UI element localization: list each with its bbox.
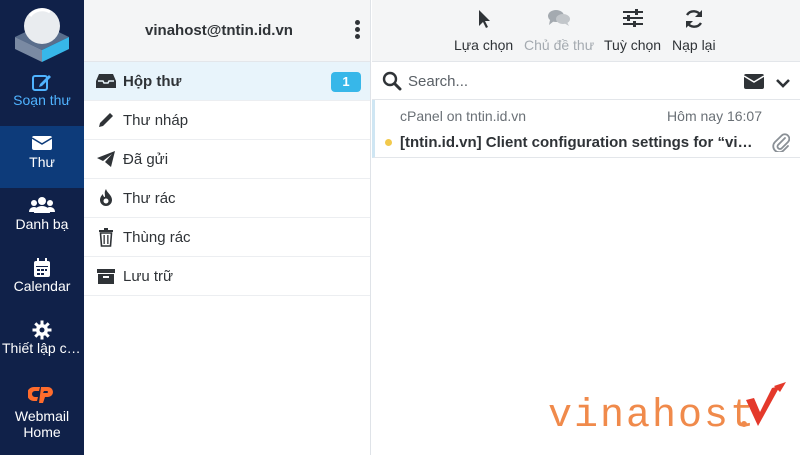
folder-archive[interactable]: Lưu trữ [84,257,370,296]
folder-junk-label: Thư rác [123,189,176,207]
folder-panel: vinahost@tntin.id.vn Hộp thư 1 Thư nháp … [84,0,371,455]
threads-label: Chủ đề thư [524,37,595,53]
chevron-down-icon[interactable] [776,75,790,93]
refresh-icon [672,8,716,32]
message-date: Hôm nay 16:07 [667,108,762,124]
account-email: vinahost@tntin.id.vn [145,22,293,39]
inbox-icon [94,71,118,91]
folder-panel-header: vinahost@tntin.id.vn [84,0,370,62]
paperclip-icon [772,132,791,157]
folder-sent[interactable]: Đã gửi [84,140,370,179]
watermark-text: vinahost [548,394,756,438]
refresh-button[interactable]: Nạp lại [672,8,716,53]
search-icon[interactable] [382,71,402,96]
threads-button[interactable]: Chủ đề thư [524,8,594,53]
calendar-icon [0,250,84,278]
comments-icon [524,8,594,32]
folder-archive-label: Lưu trữ [123,267,174,285]
message-row[interactable]: cPanel on tntin.id.vn Hôm nay 16:07 [tnt… [372,100,800,158]
compose-icon [0,64,84,92]
refresh-label: Nạp lại [672,37,716,53]
options-label: Tuỳ chọn [604,37,662,53]
message-toolbar: Lựa chọn Chủ đề thư Tuỳ chọn Nạp lại [372,0,800,62]
cpanel-icon [0,378,84,408]
search-bar [372,62,800,100]
nav-mail[interactable]: Thư [0,126,84,188]
unread-count-badge: 1 [331,72,361,92]
folder-junk[interactable]: Thư rác [84,179,370,218]
folder-sent-label: Đã gửi [123,150,169,168]
nav-webmail-home[interactable]: Webmail Home [0,378,84,448]
options-button[interactable]: Tuỳ chọn [604,8,661,53]
envelope-icon [0,126,84,154]
nav-settings[interactable]: Thiết lập cấu hình [0,312,84,374]
message-subject: [tntin.id.vn] Client configuration setti… [400,134,760,151]
webmail-label-line2: Home [23,424,61,440]
envelope-filter-icon[interactable] [743,74,765,94]
select-button[interactable]: Lựa chọn [454,8,513,53]
folder-trash-label: Thùng rác [123,228,191,246]
folder-trash[interactable]: Thùng rác [84,218,370,257]
main-navigation: Soạn thư Thư Danh bạ Calendar Thiết lập [0,0,84,455]
paper-plane-icon [94,149,118,169]
webmail-app: Soạn thư Thư Danh bạ Calendar Thiết lập [0,0,800,455]
gear-icon [0,312,84,340]
compose-button[interactable]: Soạn thư [0,64,84,126]
folder-drafts-label: Thư nháp [123,111,189,129]
trash-icon [94,227,118,247]
nav-contacts[interactable]: Danh bạ [0,188,84,250]
folder-inbox[interactable]: Hộp thư 1 [84,62,370,101]
nav-contacts-label: Danh bạ [15,216,69,232]
vinahost-watermark: vinahost [548,380,793,439]
nav-settings-label: Thiết lập cấu hình [2,340,84,356]
fire-icon [94,188,118,208]
compose-label: Soạn thư [13,92,71,108]
folder-inbox-label: Hộp thư [123,72,182,90]
search-input[interactable] [408,70,708,92]
message-sender: cPanel on tntin.id.vn [400,108,527,124]
cursor-icon [454,8,513,32]
nav-calendar-label: Calendar [13,278,71,294]
kebab-menu-icon[interactable] [355,20,361,42]
nav-mail-label: Thư [29,154,55,170]
sliders-icon [604,8,661,32]
folder-drafts[interactable]: Thư nháp [84,101,370,140]
nav-calendar[interactable]: Calendar [0,250,84,312]
pencil-icon [94,110,118,130]
unread-indicator[interactable] [385,139,392,146]
roundcube-logo[interactable] [13,4,71,62]
contacts-icon [0,188,84,216]
select-label: Lựa chọn [454,37,514,53]
webmail-label-line1: Webmail [14,408,70,424]
archive-icon [94,266,118,286]
